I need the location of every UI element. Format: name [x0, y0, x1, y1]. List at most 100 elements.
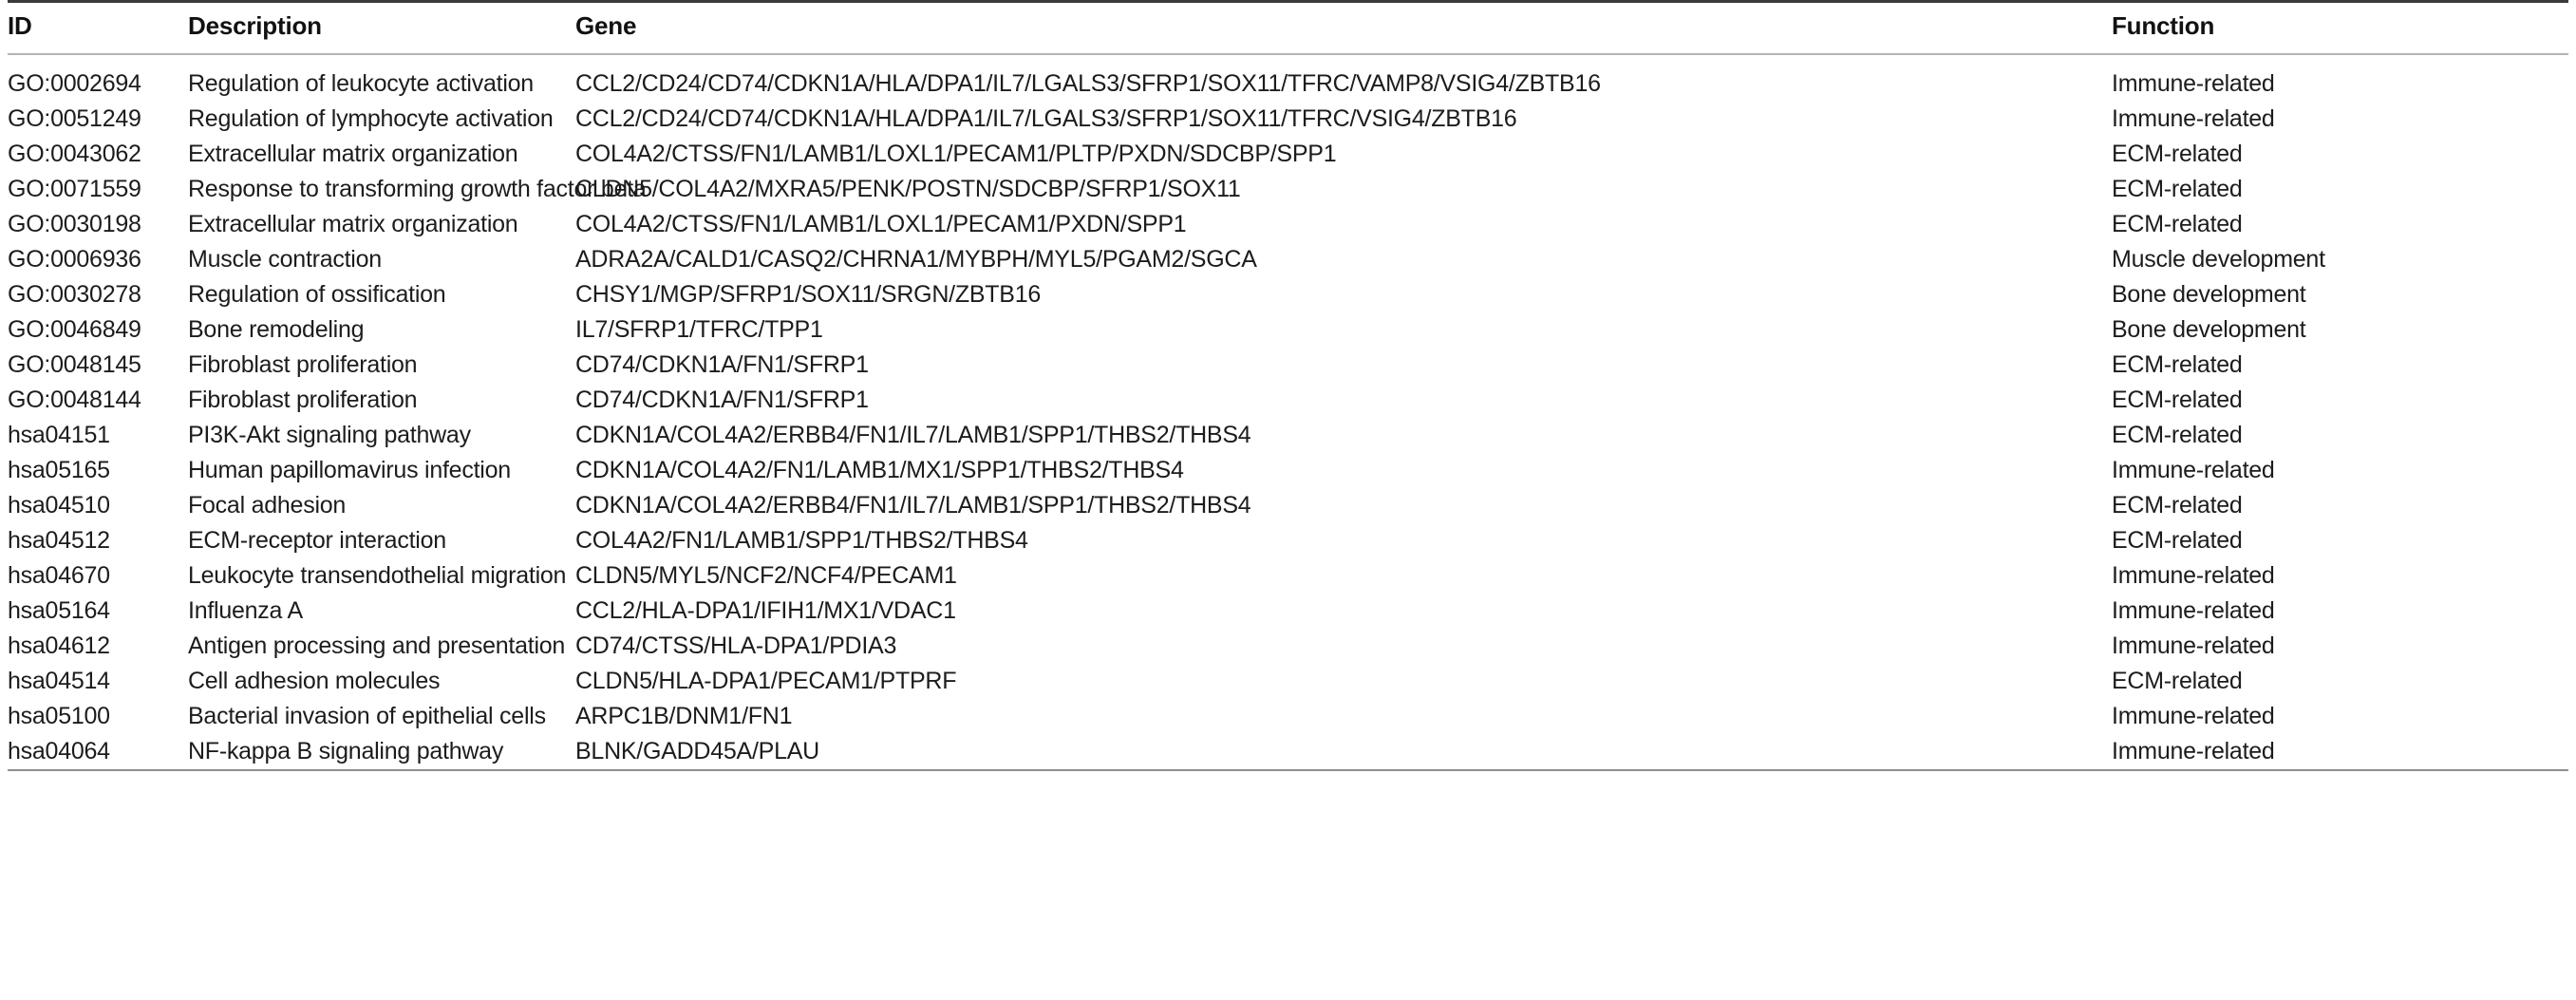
- cell-gene: COL4A2/CTSS/FN1/LAMB1/LOXL1/PECAM1/PLTP/…: [575, 141, 1337, 167]
- cell-function: ECM-related: [2112, 387, 2243, 413]
- cell-description: Regulation of leukocyte activation: [188, 70, 534, 97]
- table-row: GO:0048145 Fibroblast proliferation CD74/C…: [8, 348, 2568, 383]
- cell-id: hsa05100: [8, 703, 110, 729]
- table-row: GO:0046849 Bone remodeling IL7/SFRP1/TFRC/…: [8, 312, 2568, 348]
- cell-description: Antigen processing and presentation: [188, 632, 566, 659]
- rule-cell-function-bottom: [2112, 769, 2568, 772]
- cell-description: Cell adhesion molecules: [188, 668, 441, 694]
- cell-function: Immune-related: [2112, 597, 2275, 624]
- rule-cell-gene-bottom: [575, 769, 2112, 772]
- cell-description: Human papillomavirus infection: [188, 457, 511, 483]
- table-row: GO:0048144 Fibroblast proliferation CD74/C…: [8, 383, 2568, 418]
- cell-id: hsa04512: [8, 527, 110, 554]
- table-row: GO:0002694 Regulation of leukocyte activa…: [8, 54, 2568, 102]
- cell-id: GO:0048145: [8, 351, 141, 378]
- cell-id: GO:0030198: [8, 211, 141, 237]
- cell-gene: BLNK/GADD45A/PLAU: [575, 738, 819, 764]
- column-header-description: Description: [188, 3, 575, 55]
- table-bottom-rule: [8, 769, 2568, 772]
- column-header-function: Function: [2112, 3, 2568, 55]
- cell-gene: CHSY1/MGP/SFRP1/SOX11/SRGN/ZBTB16: [575, 281, 1042, 308]
- cell-description: Regulation of lymphocyte activation: [188, 105, 554, 132]
- cell-id: hsa04514: [8, 668, 110, 694]
- cell-function: Immune-related: [2112, 105, 2275, 132]
- cell-gene: CLDN5/COL4A2/MXRA5/PENK/POSTN/SDCBP/SFRP…: [575, 176, 1241, 202]
- cell-gene: COL4A2/FN1/LAMB1/SPP1/THBS2/THBS4: [575, 527, 1028, 554]
- table-row: GO:0006936 Muscle contraction ADRA2A/CALD1…: [8, 242, 2568, 277]
- cell-id: GO:0046849: [8, 316, 141, 343]
- cell-function: Immune-related: [2112, 457, 2275, 483]
- cell-function: Immune-related: [2112, 70, 2275, 97]
- table-row: GO:0051249 Regulation of lymphocyte activ…: [8, 102, 2568, 137]
- table-row: hsa04064 NF-kappa B signaling pathway BLNK…: [8, 734, 2568, 770]
- table-header-row: ID Description Gene Function: [8, 3, 2568, 55]
- cell-id: GO:0030278: [8, 281, 141, 308]
- column-header-gene: Gene: [575, 3, 2112, 55]
- cell-function: ECM-related: [2112, 492, 2243, 519]
- cell-gene: CCL2/CD24/CD74/CDKN1A/HLA/DPA1/IL7/LGALS…: [575, 70, 1601, 97]
- cell-gene: IL7/SFRP1/TFRC/TPP1: [575, 316, 823, 343]
- cell-description: Focal adhesion: [188, 492, 347, 519]
- cell-id: GO:0043062: [8, 141, 141, 167]
- cell-description: Fibroblast proliferation: [188, 351, 418, 378]
- table-row: hsa04670 Leukocyte transendothelial migra…: [8, 558, 2568, 594]
- cell-id: GO:0006936: [8, 246, 141, 273]
- cell-id: GO:0071559: [8, 176, 141, 202]
- table-row: hsa05100 Bacterial invasion of epithelial…: [8, 699, 2568, 734]
- cell-id: hsa04151: [8, 422, 110, 448]
- rule-cell-description-bottom: [188, 769, 575, 772]
- table-row: GO:0071559 Response to transforming growt…: [8, 172, 2568, 207]
- cell-gene: CLDN5/MYL5/NCF2/NCF4/PECAM1: [575, 562, 957, 589]
- cell-function: ECM-related: [2112, 422, 2243, 448]
- rule-cell-id-bottom: [8, 769, 188, 772]
- cell-id: GO:0051249: [8, 105, 141, 132]
- table-row: hsa05165 Human papillomavirus infection CD…: [8, 453, 2568, 488]
- cell-function: ECM-related: [2112, 141, 2243, 167]
- enrichment-table: ID Description Gene Function GO:0002694 R…: [8, 0, 2568, 772]
- cell-description: Leukocyte transendothelial migration: [188, 562, 567, 589]
- cell-gene: CD74/CTSS/HLA-DPA1/PDIA3: [575, 632, 897, 659]
- cell-description: Influenza A: [188, 597, 303, 624]
- cell-function: ECM-related: [2112, 211, 2243, 237]
- cell-gene: CDKN1A/COL4A2/ERBB4/FN1/IL7/LAMB1/SPP1/T…: [575, 492, 1251, 519]
- cell-function: Immune-related: [2112, 632, 2275, 659]
- table-row: hsa05164 Influenza A CCL2/HLA-DPA1/IFIH1/M…: [8, 594, 2568, 629]
- cell-gene: CCL2/CD24/CD74/CDKN1A/HLA/DPA1/IL7/LGALS…: [575, 105, 1517, 132]
- cell-function: Immune-related: [2112, 703, 2275, 729]
- table-row: hsa04510 Focal adhesion CDKN1A/COL4A2/ERBB…: [8, 488, 2568, 523]
- cell-id: hsa04612: [8, 632, 110, 659]
- cell-gene: CLDN5/HLA-DPA1/PECAM1/PTPRF: [575, 668, 957, 694]
- cell-description: Bacterial invasion of epithelial cells: [188, 703, 546, 729]
- cell-id: GO:0002694: [8, 70, 141, 97]
- cell-function: ECM-related: [2112, 668, 2243, 694]
- table-row: hsa04151 PI3K-Akt signaling pathway CDKN1A…: [8, 418, 2568, 453]
- enrichment-table-container: ID Description Gene Function GO:0002694 R…: [0, 0, 2576, 1000]
- cell-function: Immune-related: [2112, 562, 2275, 589]
- cell-id: hsa04064: [8, 738, 110, 764]
- table-row: hsa04612 Antigen processing and presentat…: [8, 629, 2568, 664]
- cell-function: Immune-related: [2112, 738, 2275, 764]
- cell-function: ECM-related: [2112, 176, 2243, 202]
- cell-gene: CCL2/HLA-DPA1/IFIH1/MX1/VDAC1: [575, 597, 956, 624]
- table-header: ID Description Gene Function: [8, 0, 2568, 55]
- cell-description: Extracellular matrix organization: [188, 211, 518, 237]
- cell-function: ECM-related: [2112, 527, 2243, 554]
- table-footer: [8, 769, 2568, 772]
- cell-description: Response to transforming growth factor b…: [188, 176, 647, 202]
- cell-gene: COL4A2/CTSS/FN1/LAMB1/LOXL1/PECAM1/PXDN/…: [575, 211, 1187, 237]
- cell-description: Extracellular matrix organization: [188, 141, 518, 167]
- column-header-id: ID: [8, 3, 188, 55]
- cell-description: Muscle contraction: [188, 246, 382, 273]
- cell-description: Regulation of ossification: [188, 281, 446, 308]
- cell-id: hsa04510: [8, 492, 110, 519]
- table-row: hsa04514 Cell adhesion molecules CLDN5/HLA…: [8, 664, 2568, 699]
- table-row: hsa04512 ECM-receptor interaction COL4A2/F…: [8, 523, 2568, 558]
- cell-id: hsa04670: [8, 562, 110, 589]
- cell-description: Fibroblast proliferation: [188, 387, 418, 413]
- cell-description: ECM-receptor interaction: [188, 527, 446, 554]
- cell-gene: CDKN1A/COL4A2/ERBB4/FN1/IL7/LAMB1/SPP1/T…: [575, 422, 1251, 448]
- cell-gene: ARPC1B/DNM1/FN1: [575, 703, 793, 729]
- table-row: GO:0030198 Extracellular matrix organizat…: [8, 207, 2568, 242]
- cell-function: Bone development: [2112, 316, 2306, 343]
- cell-description: PI3K-Akt signaling pathway: [188, 422, 471, 448]
